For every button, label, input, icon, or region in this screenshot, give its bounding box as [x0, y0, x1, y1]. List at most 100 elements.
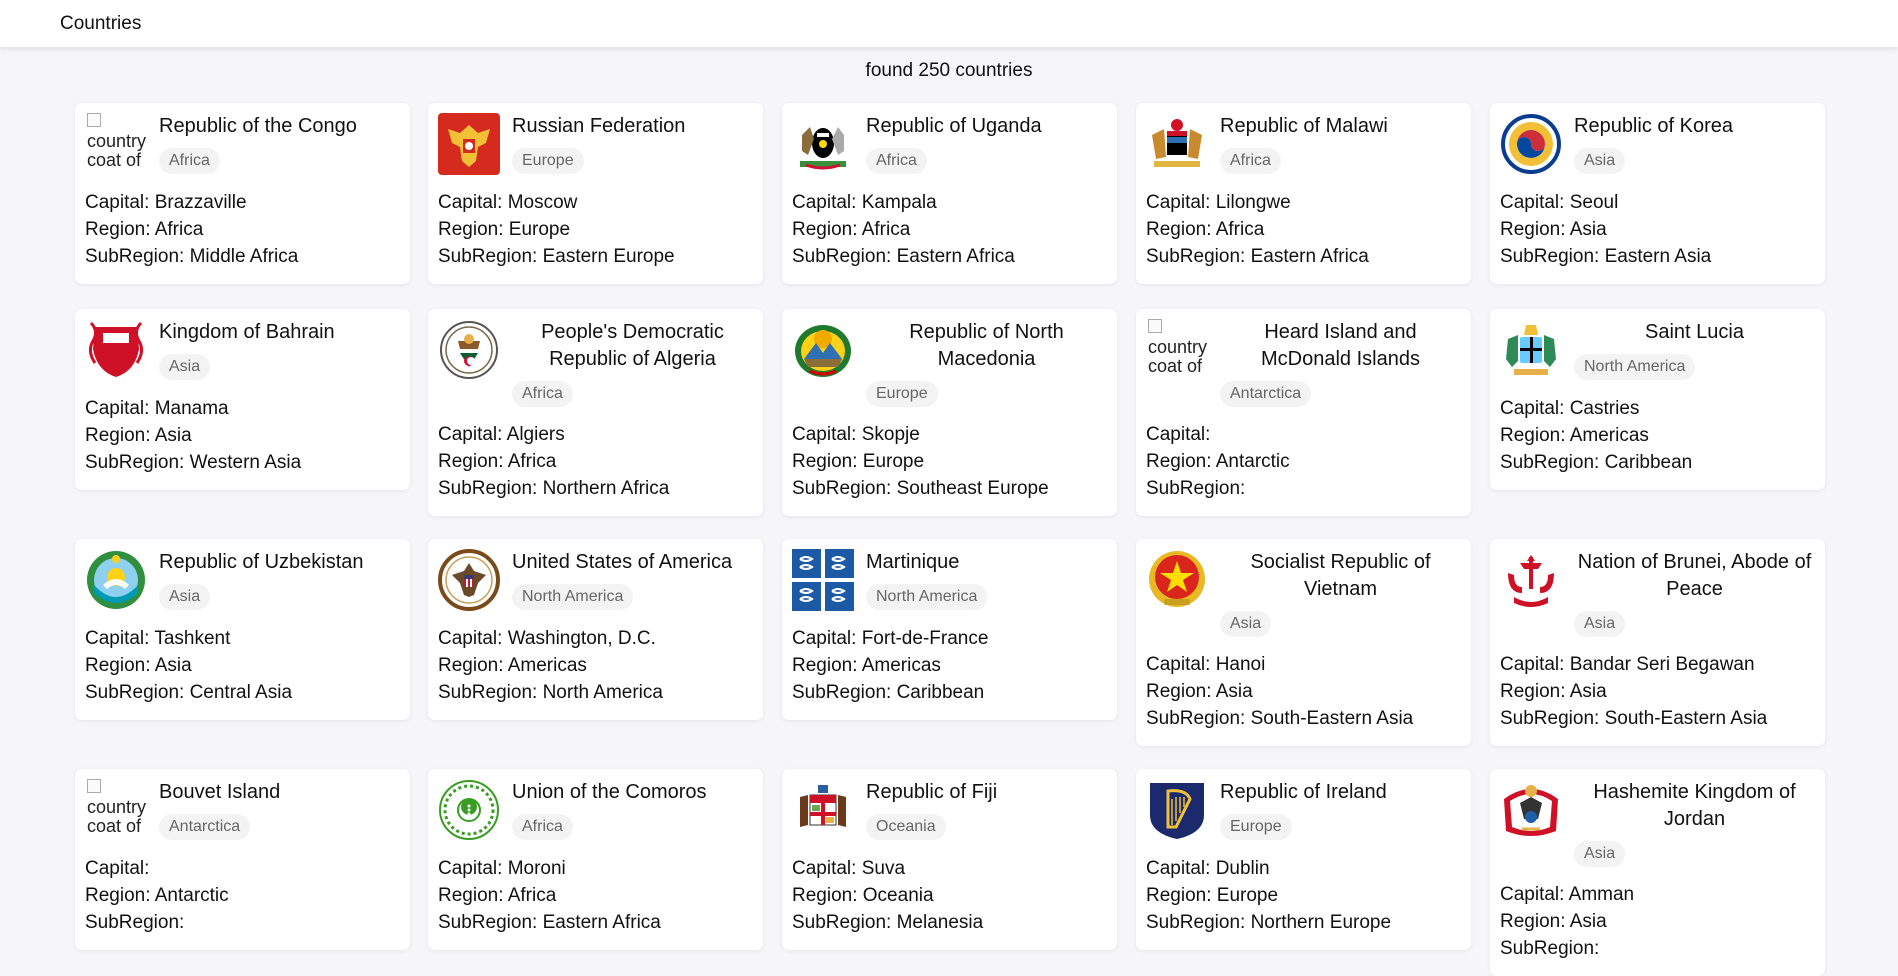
subregion-value: Central Asia	[184, 682, 293, 703]
country-name: Nation of Brunei, Abode of Peace	[1577, 551, 1812, 600]
region-badge-wrap: Europe	[512, 140, 753, 174]
card-title-block: Republic of Uzbekistan Asia	[159, 549, 400, 610]
region-line: Region: Africa	[792, 216, 1107, 243]
country-card[interactable]: Republic of Ireland Europe Capital: Dublin…	[1136, 769, 1471, 950]
subregion-value: Caribbean	[1599, 452, 1693, 473]
capital-value: Kampala	[856, 192, 937, 213]
subregion-line: SubRegion: Melanesia	[792, 909, 1107, 936]
country-details: Capital: Moroni Region: Africa SubRegion: …	[438, 855, 753, 936]
brand-link[interactable]: Countries	[60, 13, 141, 35]
country-card[interactable]: Kingdom of Bahrain Asia Capital: Manama Reg…	[75, 309, 410, 490]
country-card[interactable]: Hashemite Kingdom of Jordan Asia Capital: …	[1490, 769, 1825, 976]
country-name: Hashemite Kingdom of Jordan	[1593, 781, 1796, 830]
card-title-block: Heard Island and McDonald Islands Antarct…	[1220, 319, 1461, 407]
country-details: Capital: Region: Antarctic SubRegion:	[1146, 421, 1461, 502]
region-line: Region: Asia	[1146, 678, 1461, 705]
region-badge: Asia	[159, 354, 211, 380]
capital-value: Lilongwe	[1210, 192, 1291, 213]
subregion-label: SubRegion:	[792, 246, 892, 267]
region-value: Africa	[1211, 219, 1265, 240]
region-badge: Europe	[512, 148, 584, 174]
card-title-block: People's Democratic Republic of Algeria A…	[512, 319, 753, 407]
region-label: Region:	[85, 219, 151, 240]
region-badge-wrap: Asia	[159, 346, 400, 380]
country-card[interactable]: country coat of arms Bouvet Island Antarct…	[75, 769, 410, 950]
region-value: Oceania	[857, 885, 934, 906]
country-card[interactable]: country coat of arms Republic of the Cong…	[75, 103, 410, 284]
macedonia-arms-icon	[792, 319, 854, 381]
card-header: Nation of Brunei, Abode of Peace Asia	[1500, 549, 1815, 637]
country-card[interactable]: Republic of Fiji Oceania Capital: Suva Regi…	[782, 769, 1117, 950]
capital-line: Capital: Fort-de-France	[792, 625, 1107, 652]
korea-seal-icon	[1500, 113, 1562, 175]
country-card[interactable]: Martinique North America Capital: Fort-de-…	[782, 539, 1117, 720]
subregion-line: SubRegion: South-Eastern Asia	[1146, 705, 1461, 732]
card-header: Republic of Uganda Africa	[792, 113, 1107, 175]
subregion-label: SubRegion:	[438, 246, 538, 267]
subregion-value: Melanesia	[891, 912, 984, 933]
capital-value: Hanoi	[1210, 654, 1266, 675]
region-value: Asia	[150, 655, 192, 676]
country-name: People's Democratic Republic of Algeria	[541, 321, 724, 370]
subregion-label: SubRegion:	[438, 682, 538, 703]
subregion-value: North America	[537, 682, 663, 703]
country-name: Republic of Fiji	[866, 781, 998, 803]
country-card[interactable]: Nation of Brunei, Abode of Peace Asia Capi…	[1490, 539, 1825, 746]
capital-line: Capital: Moroni	[438, 855, 753, 882]
region-badge: North America	[1574, 354, 1696, 380]
capital-label: Capital:	[85, 628, 150, 649]
country-card[interactable]: Union of the Comoros Africa Capital: Moron…	[428, 769, 763, 950]
subregion-value: Eastern Africa	[1245, 246, 1369, 267]
country-card[interactable]: People's Democratic Republic of Algeria A…	[428, 309, 763, 516]
region-line: Region: Asia	[1500, 678, 1815, 705]
country-details: Capital: Suva Region: Oceania SubRegion: M…	[792, 855, 1107, 936]
capital-value: Suva	[856, 858, 906, 879]
card-header: country coat of arms Republic of the Cong…	[85, 113, 400, 175]
region-value: Africa	[857, 219, 911, 240]
country-card[interactable]: Russian Federation Europe Capital: Moscow R…	[428, 103, 763, 284]
subregion-label: SubRegion:	[85, 912, 185, 933]
country-details: Capital: Brazzaville Region: Africa SubReg…	[85, 189, 400, 270]
subregion-line: SubRegion: Eastern Africa	[438, 909, 753, 936]
capital-line: Capital: Tashkent	[85, 625, 400, 652]
country-card[interactable]: Republic of North Macedonia Europe Capital…	[782, 309, 1117, 516]
subregion-value: Eastern Africa	[537, 912, 661, 933]
subregion-label: SubRegion:	[438, 478, 538, 499]
subregion-label: SubRegion:	[792, 478, 892, 499]
region-value: Americas	[857, 655, 941, 676]
region-label: Region:	[1146, 885, 1212, 906]
card-header: Republic of Malawi Africa	[1146, 113, 1461, 175]
capital-line: Capital: Castries	[1500, 395, 1815, 422]
capital-label: Capital:	[1500, 884, 1565, 905]
country-name: Republic of Ireland	[1220, 781, 1387, 803]
country-card[interactable]: Republic of Malawi Africa Capital: Lilongw…	[1136, 103, 1471, 284]
country-card[interactable]: Republic of Uganda Africa Capital: Kampala…	[782, 103, 1117, 284]
capital-line: Capital: Suva	[792, 855, 1107, 882]
country-card[interactable]: Socialist Republic of Vietnam Asia Capital…	[1136, 539, 1471, 746]
algeria-seal-icon	[438, 319, 500, 381]
region-badge-wrap: North America	[1574, 346, 1815, 380]
region-badge: Africa	[512, 814, 573, 840]
capital-label: Capital:	[1500, 192, 1565, 213]
subregion-label: SubRegion:	[1500, 246, 1600, 267]
region-badge: North America	[866, 584, 988, 610]
country-card[interactable]: Saint Lucia North America Capital: Castrie…	[1490, 309, 1825, 490]
card-header: Kingdom of Bahrain Asia	[85, 319, 400, 381]
capital-line: Capital: Brazzaville	[85, 189, 400, 216]
region-badge-wrap: Asia	[159, 576, 400, 610]
country-details: Capital: Washington, D.C. Region: America…	[438, 625, 753, 706]
country-card[interactable]: Republic of Korea Asia Capital: Seoul Regio…	[1490, 103, 1825, 284]
card-title-block: Nation of Brunei, Abode of Peace Asia	[1574, 549, 1815, 637]
vietnam-emblem-icon	[1146, 549, 1208, 611]
region-line: Region: Africa	[438, 882, 753, 909]
country-card[interactable]: country coat of arms Heard Island and McD…	[1136, 309, 1471, 516]
card-title-block: Republic of Malawi Africa	[1220, 113, 1461, 174]
subregion-value: South-Eastern Asia	[1599, 708, 1768, 729]
region-value: Africa	[150, 219, 204, 240]
capital-line: Capital: Seoul	[1500, 189, 1815, 216]
subregion-label: SubRegion:	[1146, 912, 1246, 933]
region-badge-wrap: Oceania	[866, 806, 1107, 840]
country-card[interactable]: United States of America North America Cap…	[428, 539, 763, 720]
country-card[interactable]: Republic of Uzbekistan Asia Capital: Tashk…	[75, 539, 410, 720]
region-line: Region: Americas	[438, 652, 753, 679]
